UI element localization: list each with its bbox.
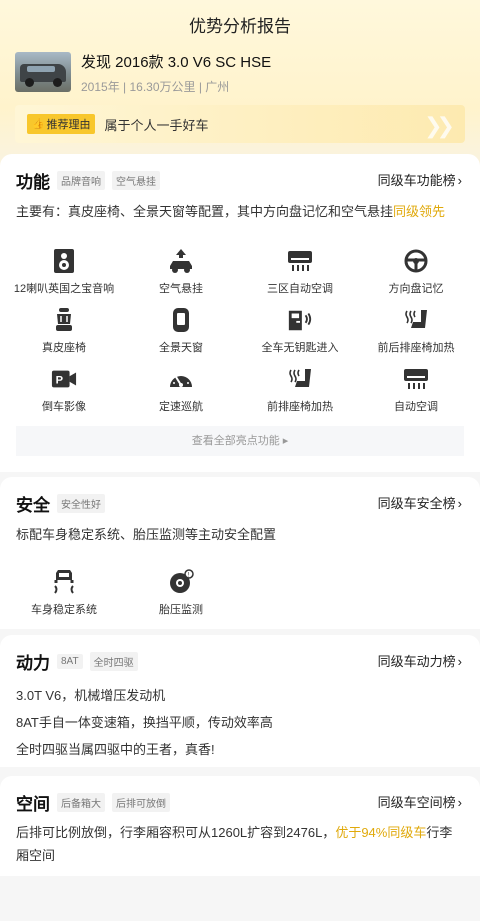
feature-item: 三区自动空调 <box>240 248 360 296</box>
thumbs-up-icon: 👍 <box>32 118 45 130</box>
recommend-reason-tag: 👍 推荐理由 <box>27 114 96 134</box>
function-desc: 主要有：真皮座椅、全景天窗等配置，其中方向盘记忆和空气悬挂同级领先 <box>16 204 446 219</box>
auto-ac-icon <box>403 366 429 392</box>
recommend-reason-text: 属于个人一手好车 <box>104 117 209 133</box>
svg-text:P: P <box>56 375 64 387</box>
safety-desc: 标配车身稳定系统、胎压监测等主动安全配置 <box>16 527 277 542</box>
triangle-right-icon: ▸ <box>282 435 289 447</box>
chevron-right-icon: › <box>457 795 462 810</box>
space-rank-link[interactable]: 同级车空间榜 › <box>378 792 462 811</box>
car-summary[interactable]: 发现 2016款 3.0 V6 SC HSE 2015年 | 16.30万公里 … <box>15 52 271 95</box>
feature-item: 定速巡航 <box>121 366 241 414</box>
space-title: 空间 <box>16 795 50 814</box>
chevron-right-icon: › <box>457 496 462 511</box>
feature-item: 前后排座椅加热 <box>356 307 476 355</box>
function-card: 功能 品牌音响 空气悬挂 同级车功能榜 › 主要有：真皮座椅、全景天窗等配置，其中… <box>0 154 480 472</box>
sunroof-icon <box>168 307 194 333</box>
power-tag: 全时四驱 <box>89 652 138 671</box>
air-conditioner-icon <box>287 248 313 274</box>
safety-rank-link[interactable]: 同级车安全榜 › <box>378 493 462 512</box>
cruise-control-icon <box>168 366 194 392</box>
chevron-decor-icon: ❯❯ <box>424 113 455 138</box>
function-tag: 品牌音响 <box>57 171 105 190</box>
car-meta: 2015年 | 16.30万公里 | 广州 <box>81 80 230 94</box>
leather-seat-icon <box>51 307 77 333</box>
power-tag: 8AT <box>57 654 83 669</box>
view-all-features-button[interactable]: 查看全部亮点功能 ▸ <box>16 426 464 456</box>
function-rank-link[interactable]: 同级车功能榜 › <box>378 170 462 189</box>
tire-pressure-icon: ! <box>168 569 194 595</box>
feature-item: P 倒车影像 <box>4 366 124 414</box>
stability-control-icon <box>51 569 77 595</box>
chevron-right-icon: › <box>457 654 462 669</box>
steering-wheel-icon <box>403 248 429 274</box>
feature-item: 车身稳定系统 <box>4 569 124 617</box>
power-line: 3.0T V6，机械增压发动机 <box>16 688 166 703</box>
power-line: 8AT手自一体变速箱，换挡平顺，传动效率高 <box>16 715 273 730</box>
power-line: 全时四驱当属四驱中的王者，真香! <box>16 742 215 757</box>
front-seat-heat-icon <box>287 366 313 392</box>
car-thumbnail <box>15 52 71 92</box>
recommend-reason-banner: 👍 推荐理由 属于个人一手好车 ❯❯ <box>15 105 465 143</box>
feature-item: 前排座椅加热 <box>240 366 360 414</box>
function-tag: 空气悬挂 <box>112 171 160 190</box>
page-title: 优势分析报告 <box>189 17 291 36</box>
feature-item: 12喇叭英国之宝音响 <box>4 248 124 296</box>
feature-item: 全景天窗 <box>121 307 241 355</box>
feature-item: ! 胎压监测 <box>121 569 241 617</box>
function-title: 功能 <box>16 173 50 192</box>
space-card: 空间 后备箱大 后排可放倒 同级车空间榜 › 后排可比例放倒，行李厢容积可从126… <box>0 776 480 876</box>
space-tag: 后排可放倒 <box>112 793 170 812</box>
safety-card: 安全 安全性好 同级车安全榜 › 标配车身稳定系统、胎压监测等主动安全配置 车身稳… <box>0 477 480 629</box>
power-rank-link[interactable]: 同级车动力榜 › <box>378 651 462 670</box>
safety-title: 安全 <box>16 496 50 515</box>
space-tag: 后备箱大 <box>57 793 105 812</box>
feature-item: 方向盘记忆 <box>356 248 476 296</box>
car-name: 发现 2016款 3.0 V6 SC HSE <box>81 54 272 71</box>
safety-tag: 安全性好 <box>57 494 105 513</box>
reverse-camera-icon: P <box>51 366 77 392</box>
feature-item: 空气悬挂 <box>121 248 241 296</box>
air-suspension-icon <box>168 248 194 274</box>
keyless-door-icon <box>287 307 313 333</box>
power-title: 动力 <box>16 654 50 673</box>
chevron-right-icon: › <box>457 173 462 188</box>
feature-item: 真皮座椅 <box>4 307 124 355</box>
power-card: 动力 8AT 全时四驱 同级车动力榜 › 3.0T V6，机械增压发动机 8AT手… <box>0 635 480 767</box>
space-desc: 后排可比例放倒，行李厢容积可从1260L扩容到2476L，优于94%同级车行李厢… <box>16 825 453 863</box>
feature-item: 全车无钥匙进入 <box>240 307 360 355</box>
feature-item: 自动空调 <box>356 366 476 414</box>
speaker-icon <box>51 248 77 274</box>
seat-heat-icon <box>403 307 429 333</box>
